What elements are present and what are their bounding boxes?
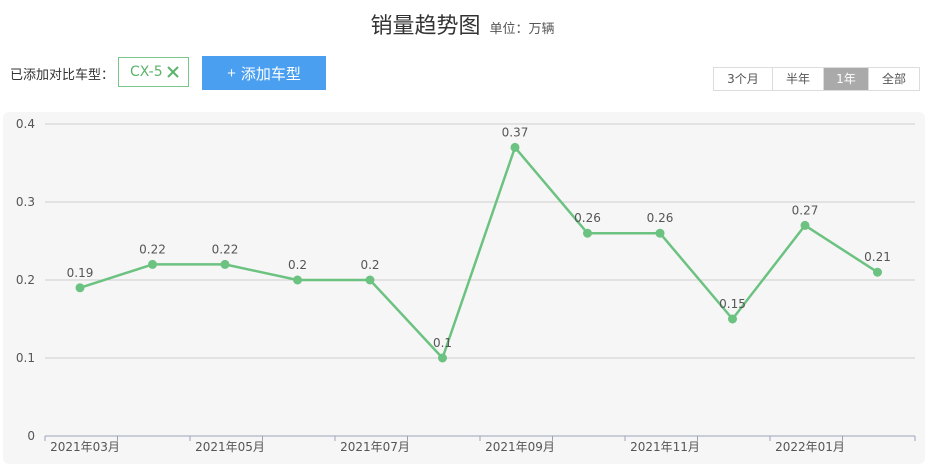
page-title: 销量趋势图 [370,14,481,39]
data-point [293,275,302,285]
compare-model-tag-label: CX-5 [130,64,163,80]
add-model-button[interactable]: + 添加车型 [202,56,326,90]
range-1-year[interactable]: 1年 [824,68,869,90]
chart-title-row: 销量趋势图 单位：万辆 [0,8,925,40]
compare-model-tag: CX-5 [118,57,189,87]
data-label: 0.26 [647,211,674,225]
x-tick-label: 2021年09月 [485,440,555,454]
y-tick-label: 0.2 [16,273,35,287]
data-label: 0.19 [67,266,94,280]
data-label: 0.21 [864,250,891,264]
unit-label: 单位：万辆 [489,22,555,37]
data-point [728,314,737,324]
y-tick-label: 0 [27,429,35,443]
data-point [365,275,375,285]
data-label: 0.26 [574,211,601,225]
data-label: 0.27 [792,203,819,217]
data-label: 0.37 [502,125,529,139]
data-point [438,353,447,363]
range-half-year[interactable]: 半年 [773,68,824,90]
data-point [583,228,592,238]
data-point [800,220,810,230]
series-line-cx5 [79,146,879,360]
data-label: 0.15 [719,297,746,311]
close-icon[interactable] [166,65,180,79]
x-tick-label: 2021年07月 [340,440,410,454]
chart-panel: 0 0.1 0.2 0.3 0.4 2021年03月 2021年05月 2021年07月 202… [3,112,925,464]
data-label: 0.22 [139,242,166,256]
data-point [148,259,157,269]
y-tick-label: 0.3 [16,195,35,209]
range-all[interactable]: 全部 [869,68,919,90]
plus-icon: + [227,64,236,82]
add-model-button-label: 添加车型 [240,65,301,83]
data-label: 0.2 [360,258,379,272]
data-point [873,267,882,277]
data-label: 0.22 [212,242,239,256]
x-tick-label: 2022年01月 [775,440,845,454]
data-point [655,228,665,238]
compare-label: 已添加对比车型： [10,68,115,83]
time-range-selector: 3个月 半年 1年 全部 [713,67,920,91]
data-point [220,259,230,269]
x-tick-label: 2021年11月 [630,440,700,454]
y-tick-label: 0.4 [16,117,35,131]
sales-trend-chart: 0 0.1 0.2 0.3 0.4 2021年03月 2021年05月 2021年07月 202… [16,117,916,454]
data-point [75,283,85,293]
x-tick-label: 2021年03月 [50,440,120,454]
x-tick-label: 2021年05月 [195,440,265,454]
data-label: 0.1 [433,336,452,350]
data-point [510,142,520,152]
range-3-months[interactable]: 3个月 [714,68,773,90]
data-label: 0.2 [288,258,307,272]
y-tick-label: 0.1 [16,351,35,365]
